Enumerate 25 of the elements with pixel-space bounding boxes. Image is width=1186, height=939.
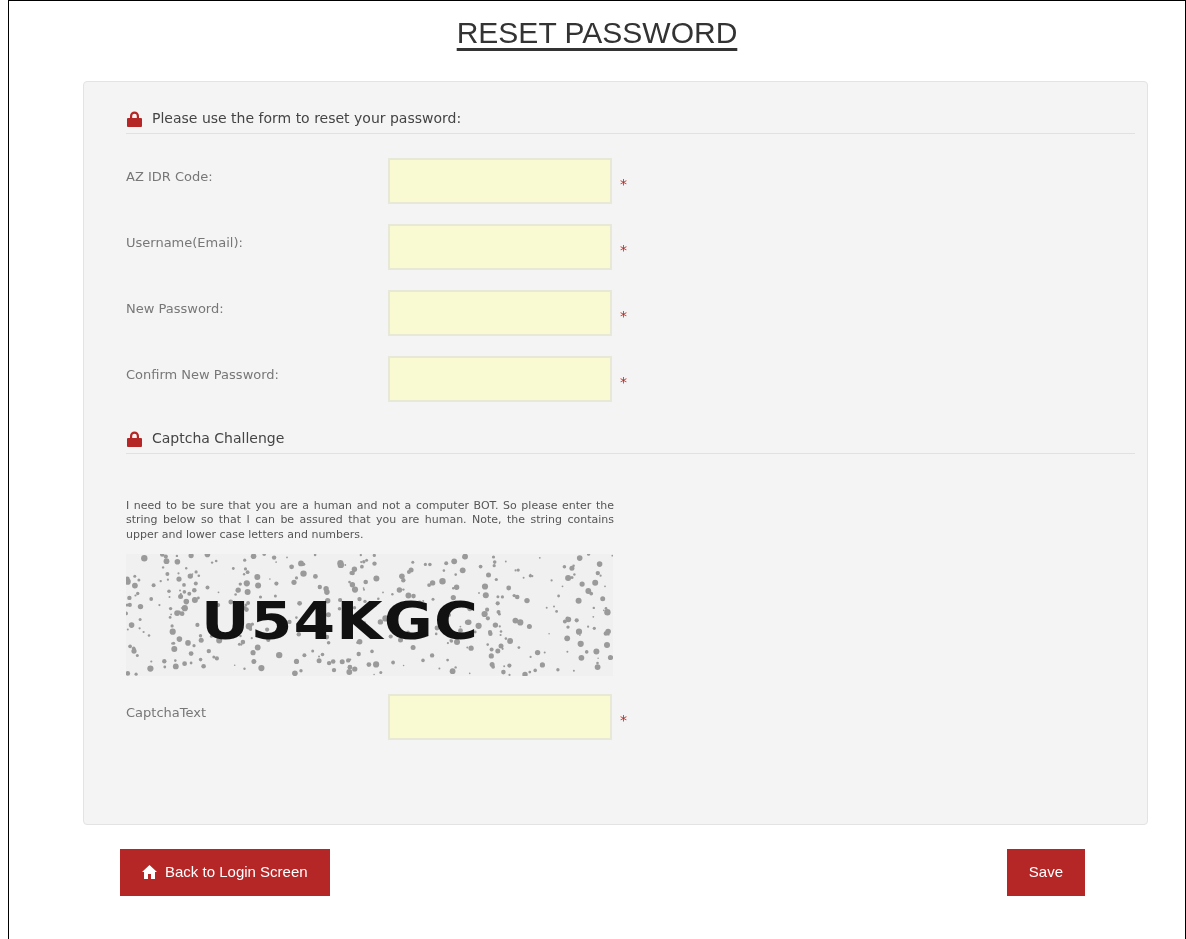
save-button[interactable]: Save	[1006, 849, 1085, 896]
input-field[interactable]	[388, 693, 612, 740]
required-mark: *	[620, 710, 627, 730]
required-mark: *	[620, 373, 627, 392]
section-heading: Captcha Challenge	[152, 429, 285, 448]
input-field[interactable]	[388, 356, 612, 402]
captcha-instructions: I need to be sure that you are a human and not a computer BOT. So please enter the string below so that I can be assured that you are human. Note, the string contains upper and lower case letters and numbers.	[126, 499, 614, 542]
required-mark: *	[620, 175, 627, 194]
required-mark: *	[620, 241, 627, 260]
field-label: Username(Email):	[126, 234, 244, 252]
field-label: Confirm New Password:	[126, 366, 280, 384]
field-label: New Password:	[126, 300, 225, 318]
field-label: CaptchaText	[126, 703, 208, 722]
section-heading: Please use the form to reset your password:	[152, 109, 462, 128]
captcha-image: U54KGC	[126, 553, 613, 676]
page-title: RESET PASSWORD	[455, 15, 739, 51]
input-field[interactable]	[388, 158, 612, 204]
lock-icon	[126, 110, 143, 127]
home-icon	[142, 865, 157, 880]
input-field[interactable]	[388, 224, 612, 270]
field-label: AZ IDR Code:	[126, 168, 214, 186]
required-mark: *	[620, 307, 627, 326]
input-field[interactable]	[388, 290, 612, 336]
lock-icon	[126, 430, 143, 447]
back-to-login-button[interactable]: Back to Login Screen	[120, 849, 330, 896]
